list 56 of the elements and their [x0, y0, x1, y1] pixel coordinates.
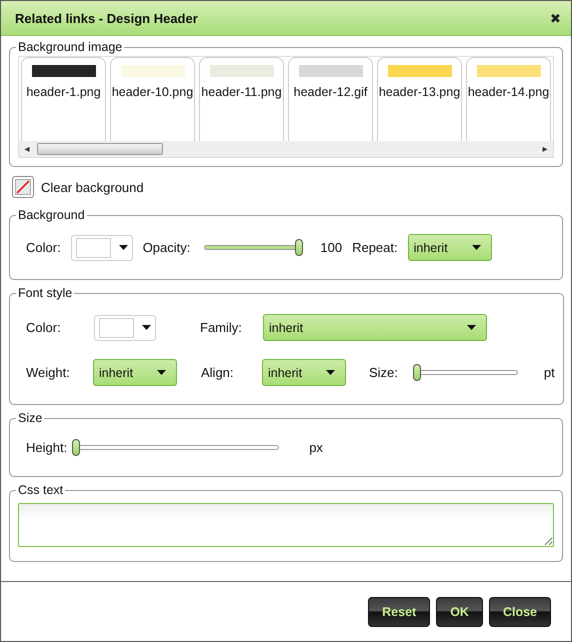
image-thumbnail[interactable]: header-10.png — [110, 57, 195, 141]
weight-label: Weight: — [26, 365, 71, 380]
close-button[interactable]: ✖ — [550, 10, 561, 26]
css-text-field[interactable] — [18, 503, 554, 547]
color-picker[interactable] — [70, 234, 133, 260]
scroll-left-button[interactable]: ◂ — [19, 143, 35, 155]
slider-handle[interactable] — [295, 239, 304, 256]
image-thumbnail[interactable]: header-11.png — [199, 57, 284, 141]
repeat-dropdown[interactable]: inherit — [408, 234, 492, 261]
thumbnail-label: header-12.gif — [292, 84, 368, 101]
caret-icon — [472, 245, 481, 250]
dialog-button[interactable]: Reset — [368, 596, 430, 626]
size-unit: pt — [542, 365, 555, 380]
clear-background-button[interactable] — [12, 176, 34, 198]
height-unit: px — [308, 440, 323, 455]
repeat-label: Repeat: — [352, 240, 398, 255]
no-color-icon — [15, 179, 31, 195]
clear-background-label: Clear background — [41, 180, 144, 194]
image-thumbnail[interactable]: header-12.gif — [288, 57, 373, 141]
opacity-value: 100 — [320, 240, 342, 255]
image-thumbnail[interactable]: header-1.png — [21, 57, 106, 141]
thumbnail-label: header-14.png — [468, 84, 550, 101]
caret-icon — [157, 370, 166, 375]
height-label: Height: — [26, 440, 68, 455]
caret-icon — [326, 370, 335, 375]
align-label: Align: — [200, 365, 235, 380]
group-legend: Size — [16, 411, 44, 425]
thumbnail-label: header-13.png — [378, 84, 460, 101]
group-legend: Css text — [16, 483, 66, 497]
caret-icon — [118, 245, 128, 250]
opacity-label: Opacity: — [142, 240, 190, 255]
scrollbar-thumb[interactable] — [37, 143, 163, 155]
image-thumbnail[interactable]: header-14.png — [466, 57, 551, 141]
color-label: Color: — [26, 320, 62, 335]
thumbnail-label: header-1.png — [25, 84, 102, 101]
weight-dropdown[interactable]: inherit — [93, 359, 177, 386]
color-label: Color: — [26, 240, 61, 255]
align-dropdown[interactable]: inherit — [262, 359, 346, 386]
group-legend: Background — [16, 208, 87, 222]
slider-handle[interactable] — [72, 439, 80, 456]
size-label: Size: — [368, 365, 399, 380]
thumbnail-label: header-10.png — [112, 84, 194, 101]
caret-icon — [142, 325, 151, 330]
caret-icon — [467, 325, 476, 330]
group-legend: Font style — [16, 286, 74, 300]
thumbnail-label: header-11.png — [200, 84, 282, 101]
dialog-button[interactable]: Close — [488, 596, 551, 626]
dialog-button[interactable]: OK — [436, 596, 483, 626]
image-thumbnail[interactable]: header-13.png — [377, 57, 462, 141]
scroll-right-button[interactable]: ▸ — [537, 143, 553, 155]
color-picker[interactable] — [94, 314, 156, 340]
window-title: Related links - Design Header — [15, 10, 198, 26]
family-label: Family: — [199, 320, 243, 335]
slider-handle[interactable] — [412, 364, 421, 381]
group-legend: Background image — [16, 40, 124, 54]
family-dropdown[interactable]: inherit — [263, 314, 487, 341]
